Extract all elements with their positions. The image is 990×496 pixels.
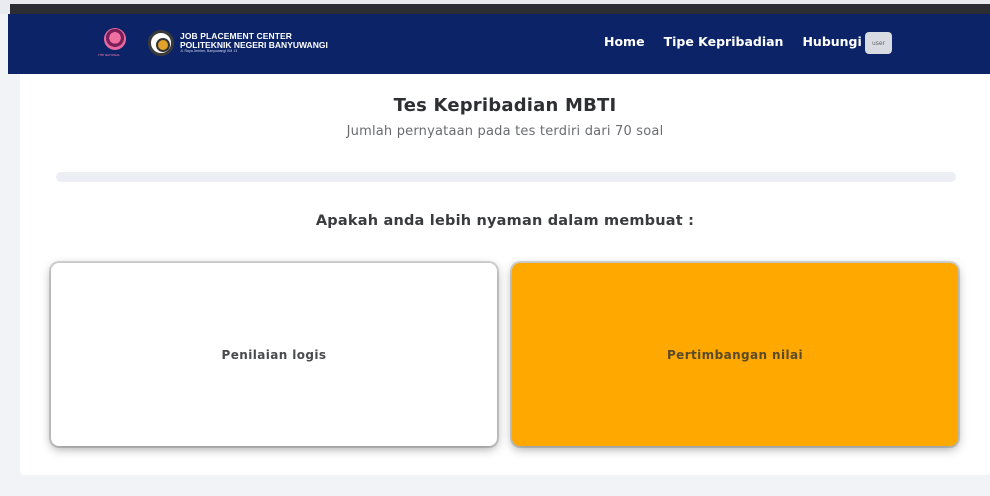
partner-logo-icon [104, 28, 126, 50]
brand[interactable]: THE NATIONAL JOB PLACEMENT CENTER POLITE… [98, 28, 328, 58]
brand-institution: POLITEKNIK NEGERI BANYUWANGI [180, 39, 328, 50]
nav-tipe-kepribadian[interactable]: Tipe Kepribadian [664, 34, 784, 49]
nav-home[interactable]: Home [604, 34, 645, 49]
nav-hubungi[interactable]: Hubungi [802, 34, 861, 49]
brand-address: Jl. Raya Jember, Banyuwangi KM 13 [180, 49, 238, 54]
option-b-label: Pertimbangan nilai [666, 347, 804, 362]
browser-top-bar [10, 4, 990, 14]
option-b-card[interactable]: Pertimbangan nilai [512, 263, 958, 446]
progress-bar [56, 172, 956, 182]
page-subtitle: Jumlah pernyataan pada tes terdiri dari … [346, 124, 664, 139]
option-a-label: Penilaian logis [221, 347, 327, 362]
navbar: THE NATIONAL JOB PLACEMENT CENTER POLITE… [8, 14, 990, 74]
avatar[interactable]: user [865, 32, 892, 54]
browser-top-strip [0, 0, 990, 14]
avatar-label: user [871, 39, 886, 47]
partner-logo: THE NATIONAL [98, 28, 132, 58]
partner-logo-caption: THE NATIONAL [98, 53, 121, 57]
option-a-card[interactable]: Penilaian logis [51, 263, 497, 446]
nav-links: Home Tipe Kepribadian Hubungi [604, 34, 881, 49]
page-title: Tes Kepribadian MBTI [393, 95, 617, 116]
polytechnic-emblem-icon [148, 30, 174, 56]
brand-text: JOB PLACEMENT CENTER POLITEKNIK NEGERI B… [180, 32, 328, 54]
question-text: Apakah anda lebih nyaman dalam membuat : [315, 213, 695, 229]
